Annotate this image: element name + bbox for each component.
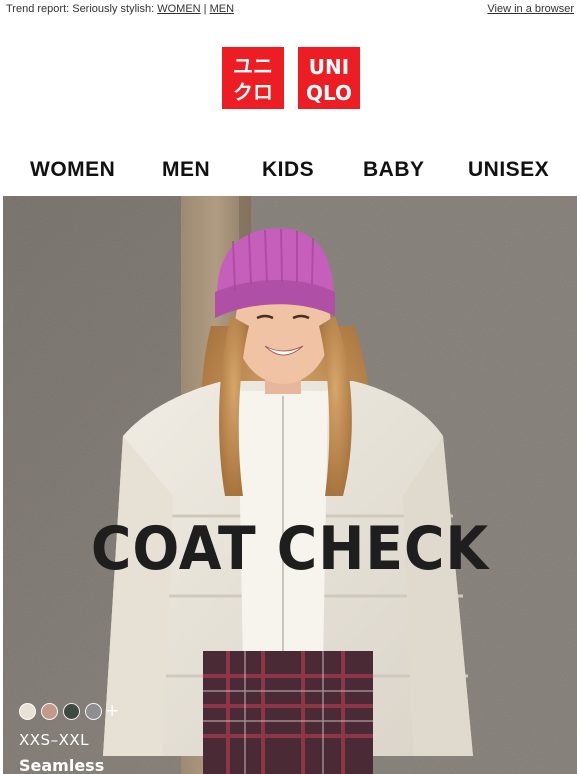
- nav-item-unisex[interactable]: UNISEX: [468, 158, 549, 182]
- preheader-men-link[interactable]: MEN: [210, 3, 234, 15]
- logo-latin-bottom: QLO: [306, 81, 352, 105]
- hero-banner[interactable]: COAT CHECK + XXS–XXL Seamless: [3, 196, 577, 774]
- nav-item-baby[interactable]: BABY: [363, 158, 425, 182]
- category-nav: WOMEN MEN KIDS BABY UNISEX: [0, 154, 580, 186]
- product-name: Seamless: [19, 756, 105, 774]
- swatch-gray[interactable]: [85, 703, 102, 720]
- hero-headline: COAT CHECK: [90, 514, 490, 584]
- uniqlo-logo[interactable]: ユニ クロ UNI QLO: [222, 47, 360, 110]
- nav-item-men[interactable]: MEN: [162, 158, 210, 182]
- swatch-dark-green[interactable]: [63, 703, 80, 720]
- nav-item-women[interactable]: WOMEN: [30, 158, 115, 182]
- size-range: XXS–XXL: [19, 731, 89, 749]
- swatch-cream[interactable]: [19, 703, 36, 720]
- preheader-right: View in a browser: [487, 1, 574, 17]
- logo-katakana-bottom: クロ: [233, 80, 273, 104]
- preheader-separator: |: [203, 3, 207, 15]
- preheader-text: Trend report: Seriously stylish:: [6, 3, 155, 15]
- more-colors-plus-icon: +: [105, 701, 120, 721]
- logo-latin-graphic: UNI QLO: [306, 55, 352, 105]
- view-in-browser-link[interactable]: View in a browser: [487, 3, 574, 15]
- preheader: Trend report: Seriously stylish: WOMEN |…: [0, 0, 580, 18]
- swatch-rose[interactable]: [41, 703, 58, 720]
- logo-latin-box: UNI QLO: [298, 47, 360, 109]
- preheader-left: Trend report: Seriously stylish: WOMEN |…: [6, 1, 234, 17]
- preheader-women-link[interactable]: WOMEN: [157, 3, 200, 15]
- logo-katakana-top: ユニ: [233, 54, 273, 78]
- hero-photo: [3, 196, 577, 774]
- logo-katakana-graphic: ユニ クロ: [233, 54, 273, 104]
- logo-katakana-box: ユニ クロ: [222, 47, 284, 109]
- logo-latin-top: UNI: [309, 55, 349, 79]
- nav-item-kids[interactable]: KIDS: [262, 158, 314, 182]
